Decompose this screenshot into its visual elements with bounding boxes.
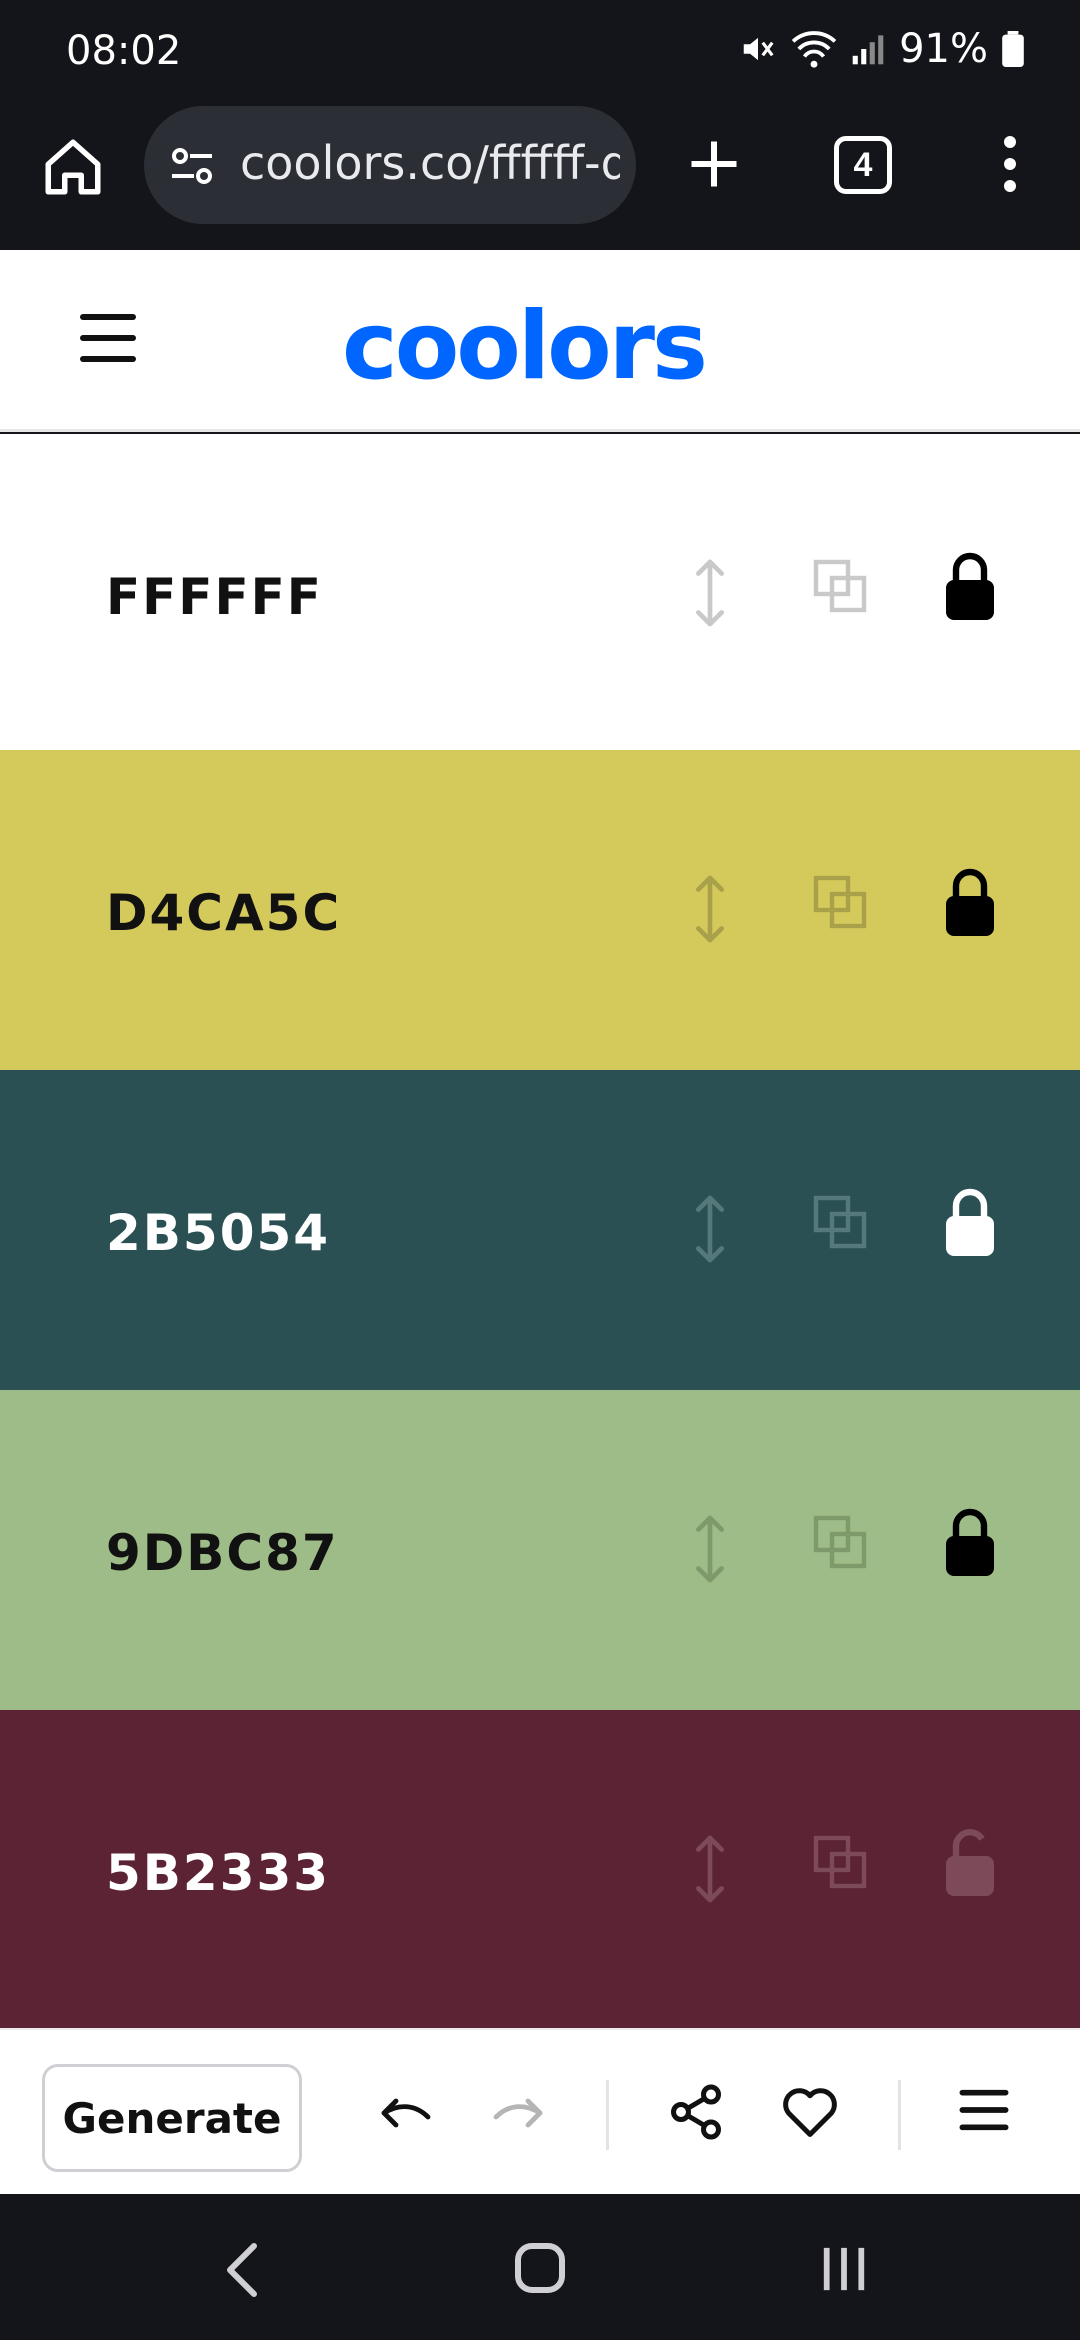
copy-icon[interactable]: [812, 1194, 868, 1250]
copy-icon[interactable]: [812, 1834, 868, 1890]
status-bar: 08:02 91%: [0, 0, 1080, 100]
color-swatch[interactable]: FFFFFF: [0, 434, 1080, 754]
copy-icon[interactable]: [812, 874, 868, 930]
new-tab-icon[interactable]: [684, 134, 744, 194]
undo-icon[interactable]: [376, 2088, 432, 2138]
status-time: 08:02: [66, 28, 182, 74]
browser-toolbar: coolors.co/ffffff-d 4: [0, 100, 1080, 250]
tab-count: 4: [853, 146, 873, 184]
unlock-icon[interactable]: [940, 1826, 1000, 1902]
hex-code[interactable]: 9DBC87: [106, 1524, 339, 1582]
hex-code[interactable]: D4CA5C: [106, 884, 341, 942]
color-swatch[interactable]: 2B5054: [0, 1070, 1080, 1390]
color-swatch[interactable]: 9DBC87: [0, 1390, 1080, 1710]
toolbar-divider: [898, 2080, 901, 2150]
home-nav-icon[interactable]: [514, 2242, 566, 2294]
site-settings-icon[interactable]: [168, 142, 216, 190]
more-menu-icon[interactable]: [958, 2086, 1010, 2134]
color-swatch[interactable]: D4CA5C: [0, 750, 1080, 1070]
toolbar-divider: [606, 2080, 609, 2150]
drag-handle-icon[interactable]: [690, 1834, 730, 1904]
address-bar[interactable]: coolors.co/ffffff-d: [144, 106, 636, 224]
bottom-toolbar: Generate: [0, 2028, 1080, 2194]
system-nav-bar: [0, 2196, 1080, 2340]
status-icons: 91%: [739, 26, 1024, 72]
lock-icon[interactable]: [940, 1506, 1000, 1582]
drag-handle-icon[interactable]: [690, 1194, 730, 1264]
tab-switcher-button[interactable]: 4: [834, 136, 892, 194]
redo-icon[interactable]: [492, 2088, 548, 2138]
battery-percent: 91%: [899, 26, 988, 72]
coolors-logo[interactable]: coolors: [342, 292, 708, 401]
home-icon[interactable]: [40, 134, 106, 200]
hamburger-menu-icon[interactable]: [80, 314, 136, 362]
share-icon[interactable]: [666, 2082, 726, 2142]
heart-icon[interactable]: [780, 2082, 840, 2142]
recents-icon[interactable]: [820, 2244, 868, 2294]
drag-handle-icon[interactable]: [690, 874, 730, 944]
mute-icon: [743, 37, 774, 61]
battery-icon: [1002, 31, 1024, 67]
lock-icon[interactable]: [940, 866, 1000, 942]
browser-menu-icon[interactable]: [992, 136, 1028, 196]
wifi-icon: [791, 31, 837, 68]
signal-icon: [852, 35, 884, 65]
drag-handle-icon[interactable]: [690, 558, 730, 628]
color-swatch[interactable]: 5B2333: [0, 1710, 1080, 2028]
hex-code[interactable]: FFFFFF: [106, 568, 323, 626]
drag-handle-icon[interactable]: [690, 1514, 730, 1584]
hex-code[interactable]: 5B2333: [106, 1844, 330, 1902]
app-header: coolors: [0, 250, 1080, 432]
hex-code[interactable]: 2B5054: [106, 1204, 330, 1262]
back-icon[interactable]: [222, 2242, 262, 2298]
url-text[interactable]: coolors.co/ffffff-d: [240, 136, 620, 190]
lock-icon[interactable]: [940, 550, 1000, 626]
generate-button[interactable]: Generate: [42, 2064, 302, 2172]
copy-icon[interactable]: [812, 558, 868, 614]
lock-icon[interactable]: [940, 1186, 1000, 1262]
copy-icon[interactable]: [812, 1514, 868, 1570]
